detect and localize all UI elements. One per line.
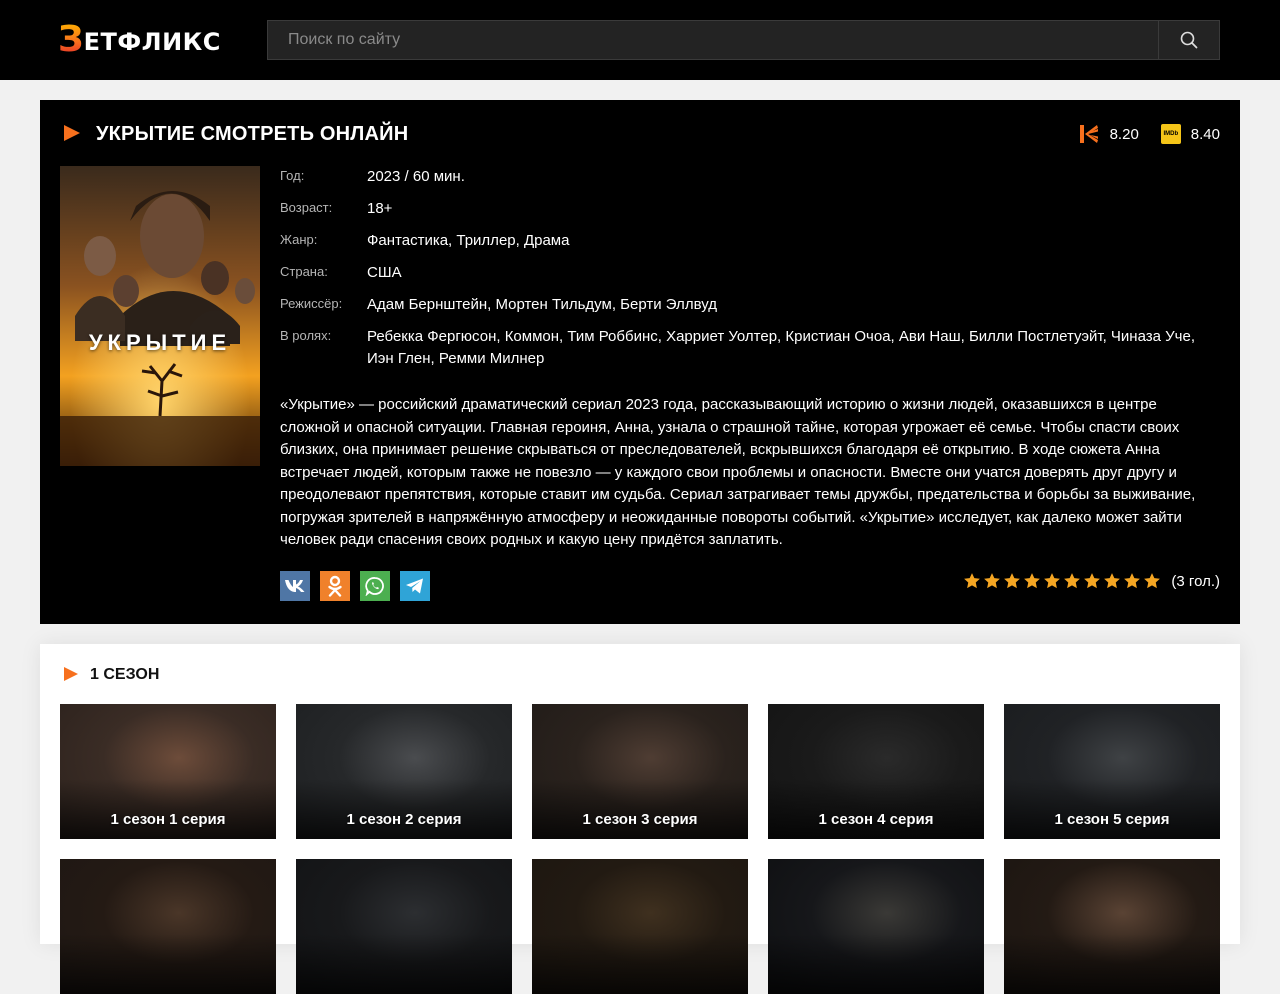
star-icon[interactable] xyxy=(1103,572,1121,590)
site-logo[interactable]: З ЕТФЛИКС xyxy=(58,22,221,58)
stars[interactable] xyxy=(961,572,1161,590)
episode-card[interactable]: 1 сезон 5 серия xyxy=(1004,704,1220,839)
telegram-icon xyxy=(406,578,423,594)
page-title: Укрытие смотреть онлайн xyxy=(96,123,409,145)
ratings: 8.20 IMDb 8.40 xyxy=(1056,122,1220,146)
whatsapp-icon xyxy=(365,577,384,596)
star-icon[interactable] xyxy=(1023,572,1041,590)
info-value[interactable]: Фантастика, Триллер, Драма xyxy=(367,230,1200,252)
rating-imdb: IMDb 8.40 xyxy=(1160,124,1220,144)
star-icon[interactable] xyxy=(1063,572,1081,590)
info-director: Режиссёр: Адам Бернштейн, Мортен Тильдум… xyxy=(280,294,1200,316)
vk-icon xyxy=(285,580,305,592)
episode-card[interactable]: 1 сезон 2 серия xyxy=(296,704,512,839)
episode-card[interactable]: 1 сезон 4 серия xyxy=(768,704,984,839)
film-description: «Укрытие» — российский драматический сер… xyxy=(280,396,1196,548)
season-title: 1 СЕЗОН xyxy=(90,666,160,683)
info-label: Режиссёр: xyxy=(280,296,343,311)
episode-card[interactable]: 1 сезон 3 серия xyxy=(532,704,748,839)
star-icon[interactable] xyxy=(1043,572,1061,590)
star-icon[interactable] xyxy=(1083,572,1101,590)
episode-card[interactable] xyxy=(1004,859,1220,994)
info-label: Возраст: xyxy=(280,200,333,215)
info-value: 2023 / 60 мин. xyxy=(367,168,465,185)
logo-letter: З xyxy=(58,19,84,60)
episode-shade xyxy=(1004,779,1220,839)
episode-label: 1 сезон 1 серия xyxy=(110,811,226,828)
film-poster[interactable]: УКРЫТИЕ xyxy=(60,166,260,466)
kinopoisk-icon xyxy=(1079,125,1098,143)
episode-label: 1 сезон 3 серия xyxy=(582,811,698,828)
star-icon[interactable] xyxy=(1003,572,1021,590)
episode-shade xyxy=(296,779,512,839)
share-telegram-button[interactable] xyxy=(400,571,430,601)
user-rating: (3 гол.) xyxy=(961,571,1220,591)
logo-text: ЕТФЛИКС xyxy=(83,28,221,56)
star-icon[interactable] xyxy=(1123,572,1141,590)
episode-shade xyxy=(768,934,984,994)
episode-shade xyxy=(1004,934,1220,994)
info-value: Ребекка Фергюсон, Коммон, Тим Роббинс, Х… xyxy=(367,328,1196,367)
votes-count: (3 гол.) xyxy=(1171,572,1220,590)
search-icon xyxy=(1180,31,1198,49)
episode-card[interactable] xyxy=(768,859,984,994)
episode-label: 1 сезон 5 серия xyxy=(1054,811,1170,828)
poster-title: УКРЫТИЕ xyxy=(88,330,232,355)
play-icon xyxy=(64,125,80,141)
episode-shade xyxy=(60,779,276,839)
info-label: Страна: xyxy=(280,264,328,279)
episode-shade xyxy=(60,934,276,994)
info-year: Год: 2023 / 60 мин. xyxy=(280,166,1200,188)
info-cast: В ролях: Ребекка Фергюсон, Коммон, Тим Р… xyxy=(280,326,1200,370)
info-value[interactable]: США xyxy=(367,262,1200,284)
info-value: 18+ xyxy=(367,200,393,217)
info-label: Жанр: xyxy=(280,232,318,247)
season-panel: 1 СЕЗОН 1 сезон 1 серия 1 сезон 2 серия 1 … xyxy=(40,644,1240,994)
share-buttons xyxy=(280,571,430,601)
star-icon[interactable] xyxy=(1143,572,1161,590)
search-input[interactable] xyxy=(268,21,1158,59)
episode-shade xyxy=(532,934,748,994)
film-panel: Укрытие смотреть онлайн 8.20 IMDb 8.40 xyxy=(40,100,1240,624)
star-icon[interactable] xyxy=(983,572,1001,590)
info-value: Адам Бернштейн, Мортен Тильдум, Берти Эл… xyxy=(367,296,717,313)
film-info: Год: 2023 / 60 мин. Возраст: 18+ Жанр: Ф… xyxy=(280,166,1200,380)
info-label: В ролях: xyxy=(280,328,332,343)
poster-art xyxy=(60,166,260,466)
episode-card[interactable]: 1 сезон 1 серия xyxy=(60,704,276,839)
top-bar: З ЕТФЛИКС xyxy=(0,0,1280,80)
episode-list: 1 сезон 1 серия 1 сезон 2 серия 1 сезон 3 … xyxy=(60,704,1220,994)
info-genre: Жанр: Фантастика, Триллер, Драма xyxy=(280,230,1200,252)
rating-kinopoisk: 8.20 xyxy=(1078,123,1139,145)
search-button[interactable] xyxy=(1158,21,1219,59)
episode-shade xyxy=(768,779,984,839)
share-vk-button[interactable] xyxy=(280,571,310,601)
odnoklassniki-icon xyxy=(328,575,342,597)
rating-kinopoisk-value: 8.20 xyxy=(1109,125,1139,143)
search-bar xyxy=(267,20,1220,60)
share-whatsapp-button[interactable] xyxy=(360,571,390,601)
star-icon[interactable] xyxy=(963,572,981,590)
rating-imdb-value: 8.40 xyxy=(1190,125,1220,143)
episode-shade xyxy=(296,934,512,994)
episode-label: 1 сезон 4 серия xyxy=(818,811,934,828)
imdb-icon: IMDb xyxy=(1160,124,1181,144)
share-ok-button[interactable] xyxy=(320,571,350,601)
episode-label: 1 сезон 2 серия xyxy=(346,811,462,828)
episode-card[interactable] xyxy=(532,859,748,994)
info-country: Страна: США xyxy=(280,262,1200,284)
info-age: Возраст: 18+ xyxy=(280,198,1200,220)
episode-card[interactable] xyxy=(296,859,512,994)
info-label: Год: xyxy=(280,168,305,183)
play-icon xyxy=(64,667,78,681)
episode-shade xyxy=(532,779,748,839)
episode-card[interactable] xyxy=(60,859,276,994)
